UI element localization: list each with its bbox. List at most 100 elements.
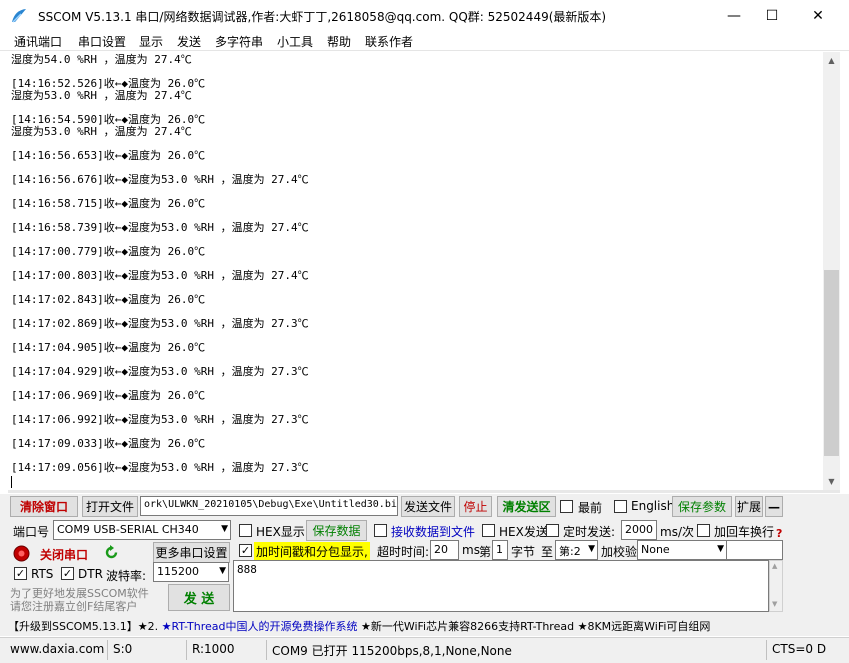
timeout-unit: ms xyxy=(462,543,480,557)
status-website[interactable]: www.daxia.com xyxy=(10,642,104,656)
send-textarea[interactable]: 888 xyxy=(233,560,769,612)
maximize-button[interactable]: ☐ xyxy=(749,0,795,31)
log-line: 湿度为53.0 %RH ，温度为 27.4℃ xyxy=(11,125,192,138)
log-line: [14:16:56.653]收←◆温度为 26.0℃ xyxy=(11,149,206,162)
news-ticker[interactable]: 【升级到SSCOM5.13.1】★2. ★RT-Thread中国人的开源免费操作… xyxy=(8,616,783,634)
send-scrollbar[interactable]: ▲ ▼ xyxy=(769,560,783,612)
hex-display-label: HEX显示 xyxy=(256,525,305,539)
more-settings-button[interactable]: 更多串口设置 xyxy=(153,542,230,563)
checksum-select[interactable]: None ▼ xyxy=(637,540,727,560)
topmost-label: 最前 xyxy=(578,501,603,515)
save-data-button[interactable]: 保存数据 xyxy=(306,520,367,541)
log-line: [14:17:02.843]收←◆温度为 26.0℃ xyxy=(11,293,206,306)
byte-start-input[interactable]: 1 xyxy=(492,540,508,560)
log-line: [14:16:58.739]收←◆湿度为53.0 %RH ，温度为 27.4℃ xyxy=(11,221,309,234)
port-status-icon xyxy=(13,545,30,562)
log-line: 湿度为54.0 %RH ，温度为 27.4℃ xyxy=(11,53,192,66)
refresh-icon[interactable] xyxy=(103,544,120,561)
chevron-down-icon: ▼ xyxy=(219,566,226,576)
baud-select[interactable]: 115200 ▼ xyxy=(153,562,229,582)
log-line: [14:17:02.869]收←◆湿度为53.0 %RH ，温度为 27.3℃ xyxy=(11,317,309,330)
promo-line-2: 请您注册嘉立创F结尾客户 xyxy=(10,600,138,613)
status-divider xyxy=(107,640,108,660)
byte-end-select[interactable]: 第:2 ▼ xyxy=(555,540,598,560)
topmost-checkbox[interactable] xyxy=(560,500,573,513)
status-cts: CTS=0 D xyxy=(772,642,827,656)
status-port-state: COM9 已打开 115200bps,8,1,None,None xyxy=(272,644,512,658)
menu-comm-port[interactable]: 通讯端口 xyxy=(14,33,62,50)
hex-send-checkbox[interactable] xyxy=(482,524,495,537)
timeout-label: 超时时间: xyxy=(377,545,430,559)
scroll-up-icon[interactable]: ▲ xyxy=(772,562,777,570)
ticker-upgrade[interactable]: 【升级到SSCOM5.13.1】★2. xyxy=(8,620,162,633)
menu-serial-settings[interactable]: 串口设置 xyxy=(78,33,126,50)
byte-label-suffix: 字节 xyxy=(511,545,536,559)
recv-to-file-label[interactable]: 接收数据到文件 xyxy=(391,523,475,540)
scroll-down-icon[interactable]: ▼ xyxy=(772,600,777,608)
log-line: [14:17:00.779]收←◆温度为 26.0℃ xyxy=(11,245,206,258)
chevron-down-icon: ▼ xyxy=(588,544,595,554)
app-icon xyxy=(12,9,26,23)
log-line: [14:17:04.905]收←◆温度为 26.0℃ xyxy=(11,341,206,354)
receive-log[interactable]: 湿度为54.0 %RH ，温度为 27.4℃ [14:16:52.526]收←◆温… xyxy=(8,52,823,490)
baud-value: 115200 xyxy=(157,565,199,578)
dtr-checkbox[interactable]: ✓ xyxy=(61,567,74,580)
log-line: [14:17:09.033]收←◆温度为 26.0℃ xyxy=(11,437,206,450)
log-line: [14:16:56.676]收←◆湿度为53.0 %RH ，温度为 27.4℃ xyxy=(11,173,309,186)
title-bar: SSCOM V5.13.1 串口/网络数据调试器,作者:大虾丁丁,2618058… xyxy=(0,0,849,31)
byte-end-value: 第:2 xyxy=(559,545,581,558)
status-bar: www.daxia.com S:0 R:1000 COM9 已打开 115200… xyxy=(0,637,849,663)
log-line: [14:17:04.929]收←◆湿度为53.0 %RH ，温度为 27.3℃ xyxy=(11,365,309,378)
status-sent-count: S:0 xyxy=(113,642,133,656)
close-port-button[interactable]: 关闭串口 xyxy=(40,546,88,563)
timed-send-checkbox[interactable] xyxy=(546,524,559,537)
checksum-result xyxy=(727,540,783,560)
checksum-value: None xyxy=(641,543,670,556)
add-crlf-checkbox[interactable] xyxy=(697,524,710,537)
recv-to-file-checkbox[interactable] xyxy=(374,524,387,537)
ticker-rt-thread[interactable]: ★RT-Thread中国人的开源免费操作系统 xyxy=(162,620,358,633)
menu-help[interactable]: 帮助 xyxy=(327,33,351,50)
menu-send[interactable]: 发送 xyxy=(177,33,201,50)
scroll-thumb[interactable] xyxy=(824,270,839,456)
port-select-value: COM9 USB-SERIAL CH340 xyxy=(57,523,199,536)
log-line: 湿度为53.0 %RH ，温度为 27.4℃ xyxy=(11,89,192,102)
timestamp-checkbox[interactable]: ✓ xyxy=(239,544,252,557)
send-file-button[interactable]: 发送文件 xyxy=(401,496,455,517)
open-file-button[interactable]: 打开文件 xyxy=(82,496,138,517)
menu-contact[interactable]: 联系作者 xyxy=(365,33,413,50)
chevron-down-icon: ▼ xyxy=(221,524,228,534)
log-scrollbar[interactable]: ▲ ▼ xyxy=(823,52,840,490)
close-button[interactable]: ✕ xyxy=(795,0,841,31)
status-divider xyxy=(266,640,267,660)
english-label: English xyxy=(631,499,675,513)
interval-input[interactable]: 2000 xyxy=(621,520,657,540)
menu-bar: 通讯端口 串口设置 显示 发送 多字符串 小工具 帮助 联系作者 xyxy=(0,31,849,51)
expand-button[interactable]: 扩展 xyxy=(735,496,763,517)
control-panel: 清除窗口 打开文件 ork\ULWKN_20210105\Debug\Exe\U… xyxy=(0,494,849,636)
collapse-button[interactable]: — xyxy=(765,496,783,517)
menu-multi-string[interactable]: 多字符串 xyxy=(215,33,263,50)
menu-tools[interactable]: 小工具 xyxy=(277,33,313,50)
status-divider xyxy=(766,640,767,660)
file-path-input[interactable]: ork\ULWKN_20210105\Debug\Exe\Untitled30.… xyxy=(140,496,398,516)
scroll-up-icon[interactable]: ▲ xyxy=(823,52,840,69)
hex-display-checkbox[interactable] xyxy=(239,524,252,537)
help-icon[interactable]: ? xyxy=(776,527,782,540)
rts-checkbox[interactable]: ✓ xyxy=(14,567,27,580)
english-checkbox[interactable] xyxy=(614,500,627,513)
menu-display[interactable]: 显示 xyxy=(139,33,163,50)
to-label: 至 xyxy=(541,545,554,559)
scroll-down-icon[interactable]: ▼ xyxy=(823,473,840,490)
stop-button[interactable]: 停止 xyxy=(459,496,492,517)
timeout-input[interactable]: 20 xyxy=(430,540,459,560)
timed-send-label: 定时发送: xyxy=(563,525,616,539)
send-button[interactable]: 发 送 xyxy=(168,584,230,611)
port-select[interactable]: COM9 USB-SERIAL CH340 ▼ xyxy=(53,520,231,540)
ticker-wifi[interactable]: ★新一代WiFi芯片兼容8266支持RT-Thread ★8KM远距离WiFi可… xyxy=(357,620,710,633)
checksum-label: 加校验 xyxy=(601,545,638,559)
clear-window-button[interactable]: 清除窗口 xyxy=(10,496,78,517)
add-crlf-label: 加回车换行 xyxy=(714,525,775,539)
save-params-button[interactable]: 保存参数 xyxy=(672,496,732,517)
clear-send-button[interactable]: 清发送区 xyxy=(497,496,556,517)
